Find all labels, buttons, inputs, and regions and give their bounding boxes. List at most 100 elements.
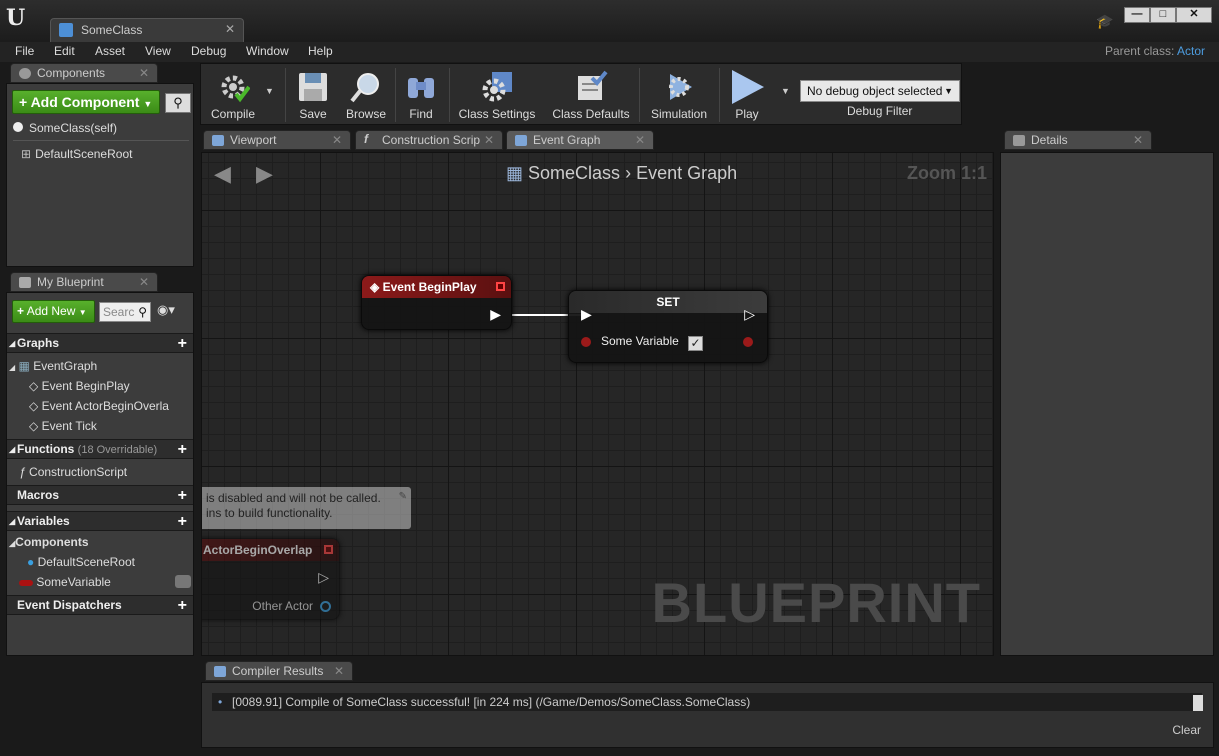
event-diamond-icon: ◇ bbox=[29, 419, 39, 433]
blueprint-book-icon bbox=[59, 23, 73, 37]
tab-construction-script[interactable]: f Construction Scrip ✕ bbox=[355, 130, 503, 150]
object-pin-icon[interactable] bbox=[320, 601, 331, 612]
section-functions[interactable]: ◢ Functions (18 Overridable) + bbox=[7, 439, 193, 459]
debug-object-value: No debug object selected bbox=[807, 84, 943, 98]
graduation-cap-icon[interactable]: 🎓 bbox=[1096, 13, 1113, 30]
maximize-button[interactable]: □ bbox=[1150, 7, 1176, 23]
delegate-pin-icon[interactable] bbox=[496, 282, 505, 291]
visibility-toggle-icon[interactable] bbox=[175, 575, 191, 588]
variable-item-default-scene-root[interactable]: ● DefaultSceneRoot bbox=[27, 552, 135, 572]
breadcrumb-root[interactable]: SomeClass bbox=[528, 163, 620, 183]
view-options-eye-icon[interactable]: ◉▾ bbox=[157, 302, 175, 318]
compile-button[interactable]: Compile bbox=[205, 64, 261, 124]
unreal-logo-icon: U bbox=[6, 5, 26, 31]
forward-arrow-icon[interactable]: ▶ bbox=[256, 161, 273, 187]
pin-icon[interactable]: ✎ bbox=[399, 489, 407, 504]
variables-components-group[interactable]: ◢Components bbox=[9, 532, 89, 552]
add-variable-icon[interactable]: + bbox=[178, 512, 187, 531]
component-self[interactable]: SomeClass(self) bbox=[13, 118, 117, 138]
components-icon bbox=[19, 68, 31, 79]
exec-in-pin-icon[interactable]: ▶ bbox=[581, 306, 592, 323]
close-tab-icon[interactable]: ✕ bbox=[139, 273, 149, 291]
tab-label: Construction Scrip bbox=[382, 133, 481, 147]
event-item-beginplay[interactable]: ◇ Event BeginPlay bbox=[29, 376, 130, 396]
clear-button[interactable]: Clear bbox=[1172, 723, 1201, 737]
bool-in-pin-icon[interactable] bbox=[581, 337, 591, 347]
exec-out-pin-icon[interactable]: ▷ bbox=[744, 306, 755, 323]
minimize-button[interactable]: — bbox=[1124, 7, 1150, 23]
close-window-button[interactable]: ✕ bbox=[1176, 7, 1212, 23]
node-event-beginplay[interactable]: ◈ Event BeginPlay ▶ bbox=[361, 275, 512, 330]
tab-viewport[interactable]: Viewport ✕ bbox=[203, 130, 351, 150]
tab-compiler-results[interactable]: Compiler Results ✕ bbox=[205, 661, 353, 681]
find-button[interactable]: Find bbox=[399, 64, 443, 124]
menu-window[interactable]: Window bbox=[246, 44, 289, 58]
node-header: ActorBeginOverlap bbox=[202, 539, 339, 561]
scrollbar[interactable] bbox=[1193, 695, 1203, 711]
parent-class-value[interactable]: Actor bbox=[1177, 44, 1205, 58]
section-variables[interactable]: ◢ Variables + bbox=[7, 511, 193, 531]
play-button[interactable]: Play bbox=[723, 64, 771, 124]
section-graphs[interactable]: ◢ Graphs + bbox=[7, 333, 193, 353]
save-button[interactable]: Save bbox=[291, 64, 335, 124]
function-item-construction[interactable]: ƒ ConstructionScript bbox=[19, 462, 127, 482]
node-actor-begin-overlap[interactable]: ActorBeginOverlap ▷ Other Actor bbox=[202, 538, 340, 620]
section-event-dispatchers[interactable]: Event Dispatchers + bbox=[7, 595, 193, 615]
event-item-actorbeginoverlap[interactable]: ◇ Event ActorBeginOverla bbox=[29, 396, 169, 416]
search-button[interactable]: ⚲ bbox=[165, 93, 191, 113]
breadcrumb: ▦ SomeClass › Event Graph bbox=[506, 163, 737, 184]
back-arrow-icon[interactable]: ◀ bbox=[214, 161, 231, 187]
menu-edit[interactable]: Edit bbox=[54, 44, 75, 58]
close-tab-icon[interactable]: ✕ bbox=[635, 131, 645, 149]
event-graph-canvas[interactable]: ◀ ▶ ▦ SomeClass › Event Graph Zoom 1:1 B… bbox=[201, 152, 994, 656]
exec-out-pin-icon[interactable]: ▶ bbox=[490, 306, 501, 323]
graph-item-eventgraph[interactable]: ◢ ▦ EventGraph bbox=[9, 356, 97, 376]
menu-file[interactable]: File bbox=[15, 44, 34, 58]
event-label: Event ActorBeginOverla bbox=[41, 399, 169, 413]
add-graph-icon[interactable]: + bbox=[178, 334, 187, 353]
variable-item-somevariable[interactable]: SomeVariable bbox=[19, 572, 191, 592]
close-tab-icon[interactable]: ✕ bbox=[334, 662, 344, 680]
bool-out-pin-icon[interactable] bbox=[743, 337, 753, 347]
class-defaults-button[interactable]: Class Defaults bbox=[549, 64, 633, 124]
close-tab-icon[interactable]: ✕ bbox=[484, 131, 494, 149]
event-item-tick[interactable]: ◇ Event Tick bbox=[29, 416, 97, 436]
section-macros[interactable]: Macros + bbox=[7, 485, 193, 505]
simulation-button[interactable]: Simulation bbox=[645, 64, 713, 124]
compiler-icon bbox=[214, 666, 226, 677]
document-tab[interactable]: SomeClass ✕ bbox=[50, 18, 244, 42]
delegate-pin-icon[interactable] bbox=[324, 545, 333, 554]
search-input[interactable]: Searc ⚲ bbox=[99, 302, 151, 322]
add-macro-icon[interactable]: + bbox=[178, 486, 187, 505]
add-function-icon[interactable]: + bbox=[178, 440, 187, 459]
compile-options-arrow-icon[interactable]: ▼ bbox=[265, 86, 274, 96]
tab-details[interactable]: Details ✕ bbox=[1004, 130, 1152, 150]
add-dispatcher-icon[interactable]: + bbox=[178, 596, 187, 615]
close-tab-icon[interactable]: ✕ bbox=[1133, 131, 1143, 149]
tab-event-graph[interactable]: Event Graph ✕ bbox=[506, 130, 654, 150]
menu-debug[interactable]: Debug bbox=[191, 44, 226, 58]
close-tab-icon[interactable]: ✕ bbox=[139, 64, 149, 82]
breadcrumb-leaf[interactable]: Event Graph bbox=[636, 163, 737, 183]
save-label: Save bbox=[299, 107, 327, 121]
add-component-button[interactable]: + Add Component ▼ bbox=[12, 90, 160, 114]
comment-box[interactable]: is disabled and will not be called. ins … bbox=[202, 487, 411, 529]
collapse-arrow-icon: ◢ bbox=[9, 445, 16, 454]
class-settings-button[interactable]: Class Settings bbox=[455, 64, 539, 124]
tab-my-blueprint[interactable]: My Blueprint ✕ bbox=[10, 272, 158, 292]
close-tab-icon[interactable]: ✕ bbox=[332, 131, 342, 149]
compiler-message-row[interactable]: • [0089.91] Compile of SomeClass success… bbox=[212, 693, 1202, 711]
menu-asset[interactable]: Asset bbox=[95, 44, 125, 58]
menu-help[interactable]: Help bbox=[308, 44, 333, 58]
node-set[interactable]: SET ▶ ▷ Some Variable ✓ bbox=[568, 290, 768, 363]
play-options-arrow-icon[interactable]: ▼ bbox=[781, 86, 790, 96]
close-tab-icon[interactable]: ✕ bbox=[225, 22, 235, 36]
menu-view[interactable]: View bbox=[145, 44, 171, 58]
component-default-scene-root[interactable]: ⊞ DefaultSceneRoot bbox=[21, 144, 132, 164]
tab-components[interactable]: Components ✕ bbox=[10, 63, 158, 83]
value-checkbox[interactable]: ✓ bbox=[688, 336, 703, 351]
exec-out-pin-icon[interactable]: ▷ bbox=[318, 569, 329, 586]
debug-object-select[interactable]: No debug object selected ▼ bbox=[800, 80, 960, 102]
add-new-button[interactable]: + Add New ▼ bbox=[12, 300, 95, 323]
browse-button[interactable]: Browse bbox=[341, 64, 391, 124]
